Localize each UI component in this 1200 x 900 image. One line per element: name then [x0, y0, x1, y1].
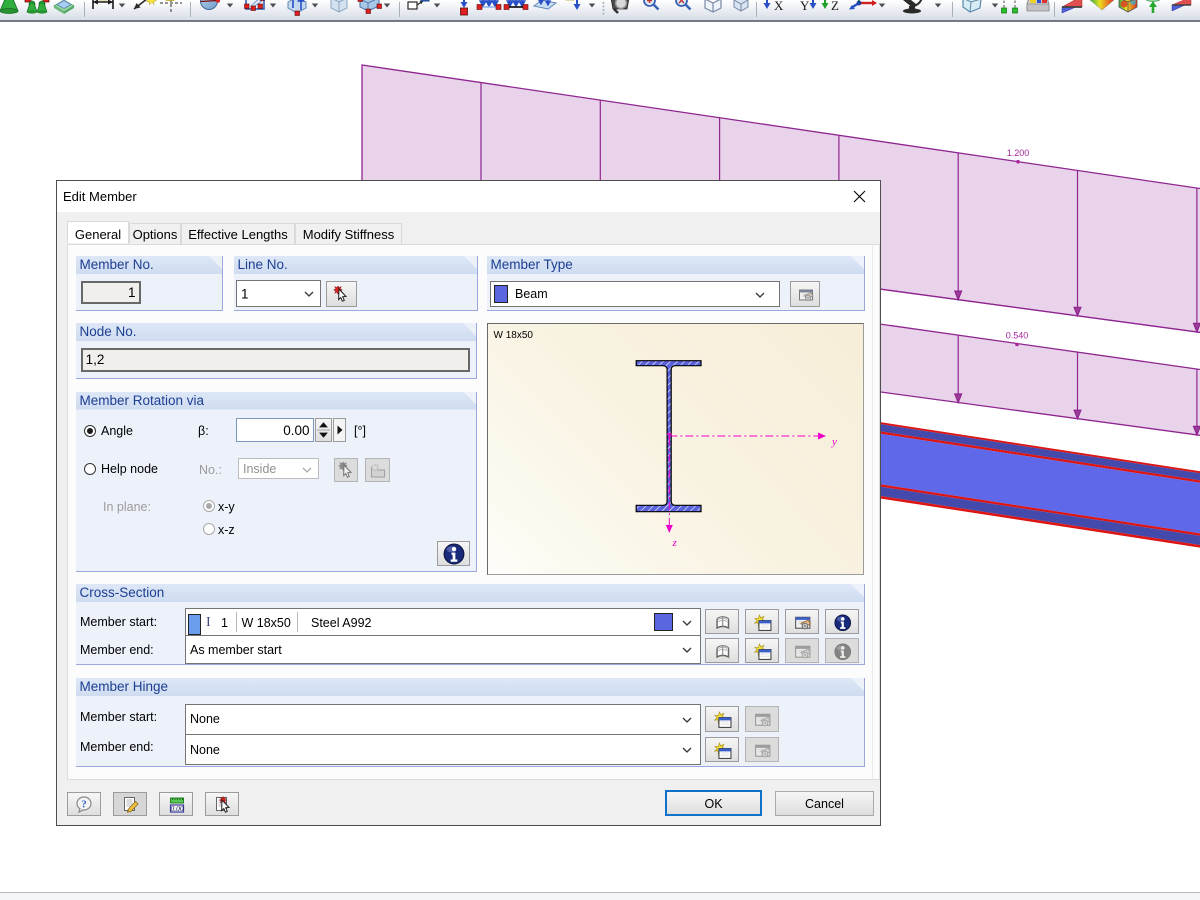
- svg-text:1.200: 1.200: [1007, 148, 1030, 158]
- svg-text:X: X: [774, 0, 784, 13]
- svg-text:0.540: 0.540: [1006, 331, 1029, 341]
- svg-text:Z: Z: [831, 0, 839, 13]
- svg-text:y: y: [831, 436, 837, 448]
- svg-text:z: z: [671, 537, 677, 549]
- svg-text:Y: Y: [800, 0, 810, 13]
